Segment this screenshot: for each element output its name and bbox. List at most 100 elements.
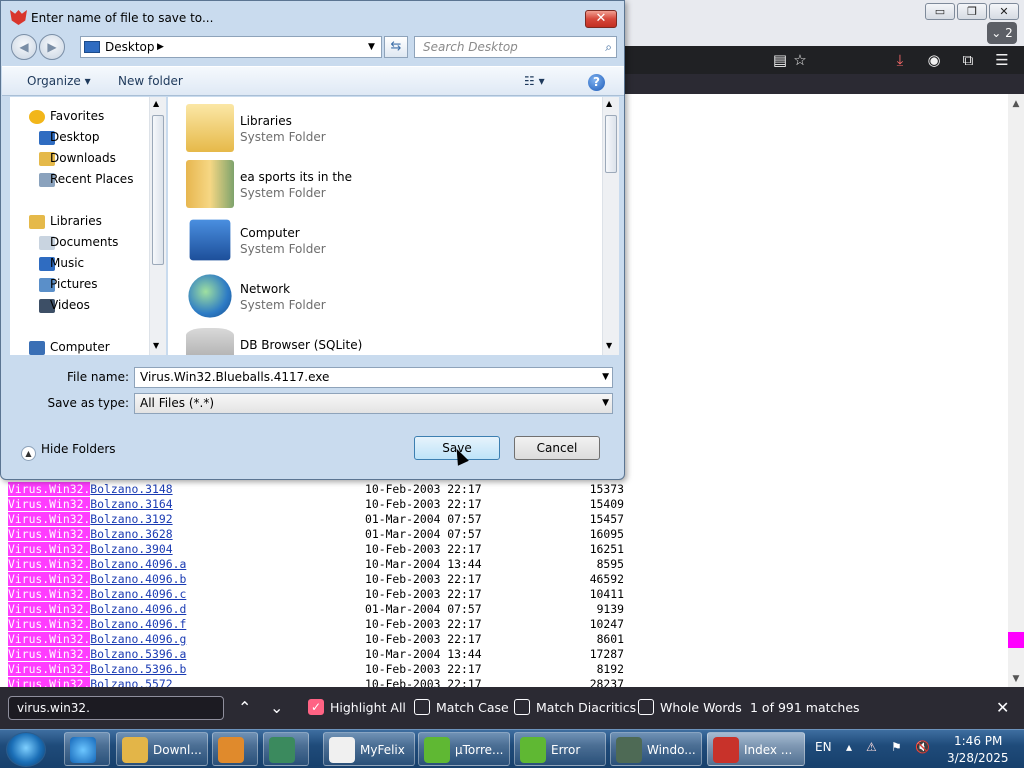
sidebar-item-documents[interactable]: Documents [10,232,160,253]
taskbar-item[interactable]: Downl... [116,732,208,766]
find-input[interactable]: virus.win32. [8,696,224,720]
file-link[interactable]: Bolzano.4096.f [90,617,186,631]
action-center-icon[interactable]: ⚑ [891,740,902,754]
file-name-input[interactable]: Virus.Win32.Blueballs.4117.exe ▼ [134,367,613,388]
view-options-icon[interactable]: ☷ ▾ [524,74,545,88]
scroll-down-icon[interactable]: ▼ [153,341,159,350]
file-link[interactable]: Bolzano.3192 [90,512,172,526]
file-link[interactable]: Bolzano.3164 [90,497,172,511]
account-icon[interactable]: ◉ [924,50,944,70]
file-link[interactable]: Bolzano.5396.a [90,647,186,661]
dialog-close-button[interactable]: ✕ [585,10,617,28]
highlight-all-checkbox[interactable]: ✓ [308,699,324,715]
back-button[interactable]: ◀ [11,34,37,60]
sidebar-item-downloads[interactable]: Downloads [10,148,160,169]
search-input[interactable]: Search Desktop ⌕ [414,36,617,58]
taskbar-ie[interactable] [64,732,110,766]
file-link[interactable]: Bolzano.4096.d [90,602,186,616]
clock-date[interactable]: 3/28/2025 [947,751,1009,765]
file-link[interactable]: Bolzano.4096.c [90,587,186,601]
sidebar-item-libraries[interactable]: Libraries [10,211,160,232]
highlight-all-label[interactable]: Highlight All [330,698,406,718]
match-diacritics-checkbox[interactable] [514,699,530,715]
reader-view-icon[interactable]: ▤ [770,50,790,70]
nav-scrollbar[interactable]: ▲ ▼ [149,97,166,355]
file-link[interactable]: Bolzano.4096.g [90,632,186,646]
sidebar-item-label: Music [50,256,85,270]
scroll-down-icon[interactable]: ▼ [606,341,612,350]
file-link[interactable]: Bolzano.3904 [90,542,172,556]
tab-overflow-button[interactable]: ⌄ 2 [987,22,1017,44]
save-type-select[interactable]: All Files (*.*) ▼ [134,393,613,414]
table-row: Virus.Win32.Bolzano.3164 10-Feb-2003 22:1… [8,497,624,512]
forward-button[interactable]: ▶ [39,34,65,60]
taskbar-item[interactable]: Index ... [707,732,805,766]
hide-folders-button[interactable]: ▲ Hide Folders [21,442,116,461]
language-indicator[interactable]: EN [815,740,832,754]
match-case-checkbox[interactable] [414,699,430,715]
bookmark-star-icon[interactable]: ☆ [790,50,810,70]
scroll-down-icon[interactable]: ▼ [1008,671,1024,687]
scroll-up-icon[interactable]: ▲ [1008,96,1024,112]
close-window-button[interactable]: ✕ [989,3,1019,20]
scroll-up-icon[interactable]: ▲ [606,99,612,108]
sidebar-item-recent-places[interactable]: Recent Places [10,169,160,190]
sidebar-item-pictures[interactable]: Pictures [10,274,160,295]
address-bar[interactable]: Desktop ▶ ▼ [80,36,382,58]
nav-scroll-thumb[interactable] [152,115,164,265]
page-scrollbar[interactable]: ▲ ▼ [1008,94,1024,738]
list-item[interactable]: Libraries System Folder [186,102,586,156]
taskbar-item[interactable]: Windo... [610,732,702,766]
match-diacritics-label[interactable]: Match Diacritics [536,698,636,718]
file-link[interactable]: Bolzano.5396.b [90,662,186,676]
sidebar-item-desktop[interactable]: Desktop [10,127,160,148]
find-previous-icon[interactable]: ⌃ [238,698,251,718]
volume-muted-icon[interactable]: 🔇 [915,740,930,754]
sidebar-item-music[interactable]: Music [10,253,160,274]
breadcrumb-chevron-icon[interactable]: ▶ [157,37,164,57]
close-findbar-icon[interactable]: ✕ [996,698,1009,718]
scroll-up-icon[interactable]: ▲ [153,99,159,108]
extensions-icon[interactable]: ⧉ [958,50,978,70]
tray-arrow-icon[interactable]: ▴ [846,740,852,754]
taskbar-item[interactable] [212,732,258,766]
cancel-button[interactable]: Cancel [514,436,600,460]
file-link[interactable]: Bolzano.3628 [90,527,172,541]
new-folder-button[interactable]: New folder [118,74,183,88]
sidebar-item-favorites[interactable]: Favorites [10,106,160,127]
taskbar-item[interactable]: MyFelix [323,732,415,766]
file-link[interactable]: Bolzano.4096.a [90,557,186,571]
address-location[interactable]: Desktop [105,37,155,57]
file-link[interactable]: Bolzano.4096.b [90,572,186,586]
list-item[interactable]: ea sports its in the System Folder [186,158,586,212]
menu-icon[interactable]: ☰ [992,50,1012,70]
clock-time[interactable]: 1:46 PM [954,734,1002,748]
whole-words-label[interactable]: Whole Words [660,698,742,718]
file-name-dropdown-icon[interactable]: ▼ [602,368,609,387]
taskbar-item[interactable] [263,732,309,766]
match-case-label[interactable]: Match Case [436,698,509,718]
whole-words-checkbox[interactable] [638,699,654,715]
sidebar-item-computer[interactable]: Computer [10,337,160,355]
start-button[interactable] [6,732,46,767]
file-link[interactable]: Bolzano.5572 [90,677,172,687]
organize-button[interactable]: Organize ▾ [27,74,91,88]
refresh-button[interactable]: ⇆ [384,36,408,58]
sidebar-item-videos[interactable]: Videos [10,295,160,316]
list-item[interactable]: Network System Folder [186,270,586,324]
file-scroll-thumb[interactable] [605,115,617,173]
address-dropdown-icon[interactable]: ▼ [368,37,375,57]
downloads-icon[interactable]: ⤓ [890,50,910,70]
minimize-button[interactable]: ▭ [925,3,955,20]
maximize-button[interactable]: ❐ [957,3,987,20]
file-link[interactable]: Bolzano.3148 [90,482,172,496]
help-icon[interactable]: ? [588,74,605,91]
list-item[interactable]: DB Browser (SQLite) Shortcut [186,326,586,355]
save-type-dropdown-icon[interactable]: ▼ [602,394,609,413]
find-next-icon[interactable]: ⌄ [270,698,283,718]
taskbar-item[interactable]: Error [514,732,606,766]
list-item[interactable]: Computer System Folder [186,214,586,268]
taskbar-item[interactable]: µTorre... [418,732,510,766]
network-error-icon[interactable]: ⚠ [866,740,877,754]
file-scrollbar[interactable]: ▲ ▼ [602,97,619,355]
